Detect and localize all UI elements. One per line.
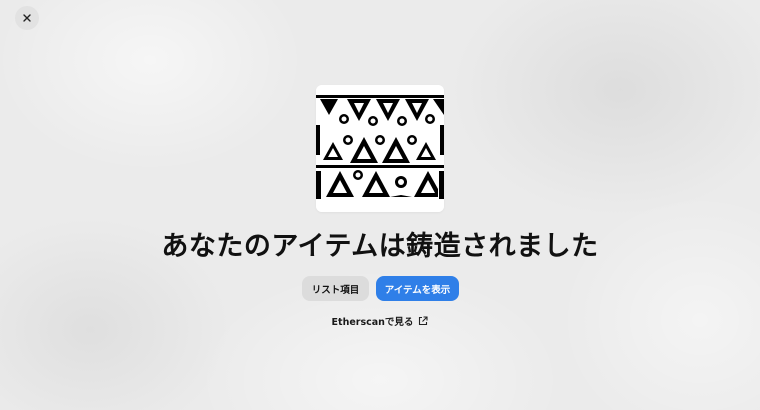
etherscan-link-label: Etherscanで見る: [331, 317, 414, 328]
etherscan-link-content[interactable]: Etherscanで見る: [332, 314, 429, 328]
etherscan-link[interactable]: Etherscanで見る: [0, 314, 760, 328]
nft-image: [316, 85, 444, 212]
close-icon: [23, 14, 31, 22]
external-link-icon: [419, 316, 428, 326]
close-button[interactable]: [15, 6, 39, 30]
list-item-button[interactable]: リスト項目: [302, 276, 369, 301]
nft-pattern: [316, 85, 444, 212]
page-title: あなたのアイテムは鋳造されました: [161, 231, 599, 262]
view-item-button[interactable]: アイテムを表示: [376, 276, 459, 301]
